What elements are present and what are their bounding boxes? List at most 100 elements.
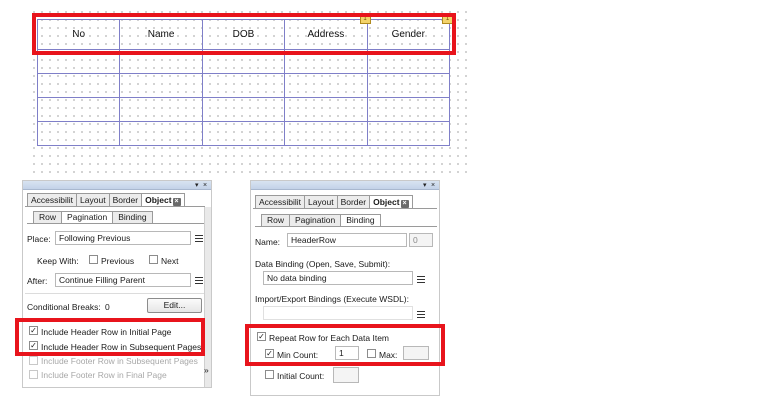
edit-button[interactable]: Edit... (147, 298, 202, 313)
include-footer-subsequent-label: Include Footer Row in Subsequent Pages (41, 356, 198, 366)
table-cell[interactable] (36, 121, 121, 146)
header-cell-gender[interactable]: Gender 1 (366, 14, 453, 50)
table-cell[interactable] (119, 73, 203, 98)
table-cell[interactable] (284, 49, 368, 74)
table-row[interactable] (36, 121, 451, 146)
table-cell[interactable] (284, 97, 368, 122)
header-marker-icon: 1 (442, 14, 453, 24)
tab-divider (25, 206, 205, 207)
table-cell[interactable] (201, 49, 286, 74)
table-cell[interactable] (36, 73, 121, 98)
include-header-initial-label: Include Header Row in Initial Page (41, 327, 172, 337)
import-export-field[interactable] (263, 306, 413, 320)
include-header-initial-checkbox[interactable] (29, 326, 38, 335)
palette-menu-icon[interactable]: ▾ (423, 181, 427, 190)
subtab-row[interactable]: Row (33, 211, 63, 223)
palette-title-bar[interactable] (251, 181, 439, 190)
table-row[interactable] (36, 73, 451, 98)
table-cell[interactable] (201, 73, 286, 98)
header-cell-name[interactable]: Name (119, 19, 203, 50)
table-cell[interactable] (201, 121, 286, 146)
tab-layout[interactable]: Layout (76, 193, 110, 206)
palette-close-icon[interactable]: × (203, 181, 207, 190)
subtab-binding[interactable]: Binding (112, 211, 153, 223)
include-footer-subsequent-checkbox[interactable] (29, 356, 38, 365)
max-checkbox[interactable] (367, 349, 376, 358)
tab-border[interactable]: Border (108, 193, 143, 206)
subtab-binding[interactable]: Binding (340, 214, 381, 226)
initial-count-label: Initial Count: (277, 371, 325, 381)
table-cell[interactable] (284, 73, 368, 98)
tab-divider (253, 208, 437, 209)
conditional-breaks-label: Conditional Breaks: (27, 302, 101, 312)
subtab-row[interactable]: Row (261, 214, 291, 226)
subtab-pagination[interactable]: Pagination (61, 211, 114, 223)
table-cell[interactable] (366, 97, 451, 122)
table-cell[interactable] (284, 121, 368, 146)
keep-with-previous-checkbox[interactable] (89, 255, 98, 264)
tab-object[interactable]: Object × (369, 195, 413, 208)
object-palette-pagination: ▾ × Accessibilit Layout Border Object × R… (22, 180, 212, 388)
header-cell-dob[interactable]: DOB (201, 19, 286, 50)
palette-scrollbar[interactable] (204, 207, 211, 387)
table-cell[interactable] (366, 121, 451, 146)
conditional-breaks-count: 0 (105, 302, 110, 312)
palette-menu-icon[interactable]: ▾ (195, 181, 199, 190)
table-cell[interactable] (36, 97, 121, 122)
tab-object[interactable]: Object × (141, 193, 185, 206)
import-export-list-icon[interactable] (417, 310, 427, 319)
header-cell-no[interactable]: No (36, 19, 121, 50)
after-select[interactable]: Continue Filling Parent (55, 273, 191, 287)
tab-accessibility[interactable]: Accessibilit (27, 193, 78, 206)
tab-layout[interactable]: Layout (304, 195, 338, 208)
table-cell[interactable] (119, 121, 203, 146)
table-cell[interactable] (119, 49, 203, 74)
tab-close-icon[interactable]: × (400, 200, 409, 208)
object-palette-binding: ▾ × Accessibilit Layout Border Object × R… (250, 180, 440, 396)
table-cell[interactable] (366, 49, 451, 74)
design-canvas[interactable]: No Name DOB Address 1 Gender 1 (30, 8, 470, 176)
keep-with-next-checkbox[interactable] (149, 255, 158, 264)
name-field[interactable]: HeaderRow (287, 233, 407, 247)
min-count-checkbox[interactable] (265, 349, 274, 358)
repeat-row-label: Repeat Row for Each Data Item (269, 333, 390, 343)
tab-border[interactable]: Border (336, 195, 371, 208)
max-label: Max: (379, 350, 398, 360)
name-index-field: 0 (409, 233, 433, 247)
tab-accessibility[interactable]: Accessibilit (255, 195, 306, 208)
object-subtabs: Row Pagination Binding (261, 214, 381, 226)
keep-with-label: Keep With: (37, 256, 79, 266)
min-count-label: Min Count: (277, 350, 319, 360)
table-row[interactable] (36, 97, 451, 122)
form-table[interactable]: No Name DOB Address 1 Gender 1 (36, 14, 453, 146)
palette-title-bar[interactable] (23, 181, 211, 190)
repeat-row-checkbox[interactable] (257, 332, 266, 341)
data-binding-field[interactable]: No data binding (263, 271, 413, 285)
include-header-subsequent-checkbox[interactable] (29, 341, 38, 350)
table-cell[interactable] (36, 49, 121, 74)
header-cell-address-label: Address (307, 29, 345, 40)
table-cell[interactable] (201, 97, 286, 122)
max-field[interactable] (403, 346, 429, 360)
tab-object-label: Object (373, 197, 400, 207)
table-header-row[interactable]: No Name DOB Address 1 Gender 1 (36, 14, 453, 50)
table-cell[interactable] (119, 97, 203, 122)
palette-tabs: Accessibilit Layout Border Object × (255, 195, 413, 208)
palette-close-icon[interactable]: × (431, 181, 435, 190)
table-cell[interactable] (366, 73, 451, 98)
min-count-field[interactable]: 1 (335, 346, 359, 360)
name-label: Name: (255, 237, 281, 247)
object-subtabs: Row Pagination Binding (33, 211, 153, 223)
initial-count-field[interactable] (333, 367, 359, 383)
place-select[interactable]: Following Previous (55, 231, 191, 245)
table-row[interactable] (36, 49, 451, 74)
data-binding-list-icon[interactable] (417, 275, 427, 284)
include-footer-final-checkbox[interactable] (29, 370, 38, 379)
header-cell-gender-label: Gender (391, 29, 425, 40)
initial-count-checkbox[interactable] (265, 370, 274, 379)
import-export-label: Import/Export Bindings (Execute WSDL): (255, 294, 410, 304)
subtab-pagination[interactable]: Pagination (289, 214, 342, 226)
tab-close-icon[interactable]: × (172, 198, 181, 206)
more-arrow-icon[interactable]: » (204, 365, 209, 375)
header-cell-address[interactable]: Address 1 (284, 14, 371, 50)
